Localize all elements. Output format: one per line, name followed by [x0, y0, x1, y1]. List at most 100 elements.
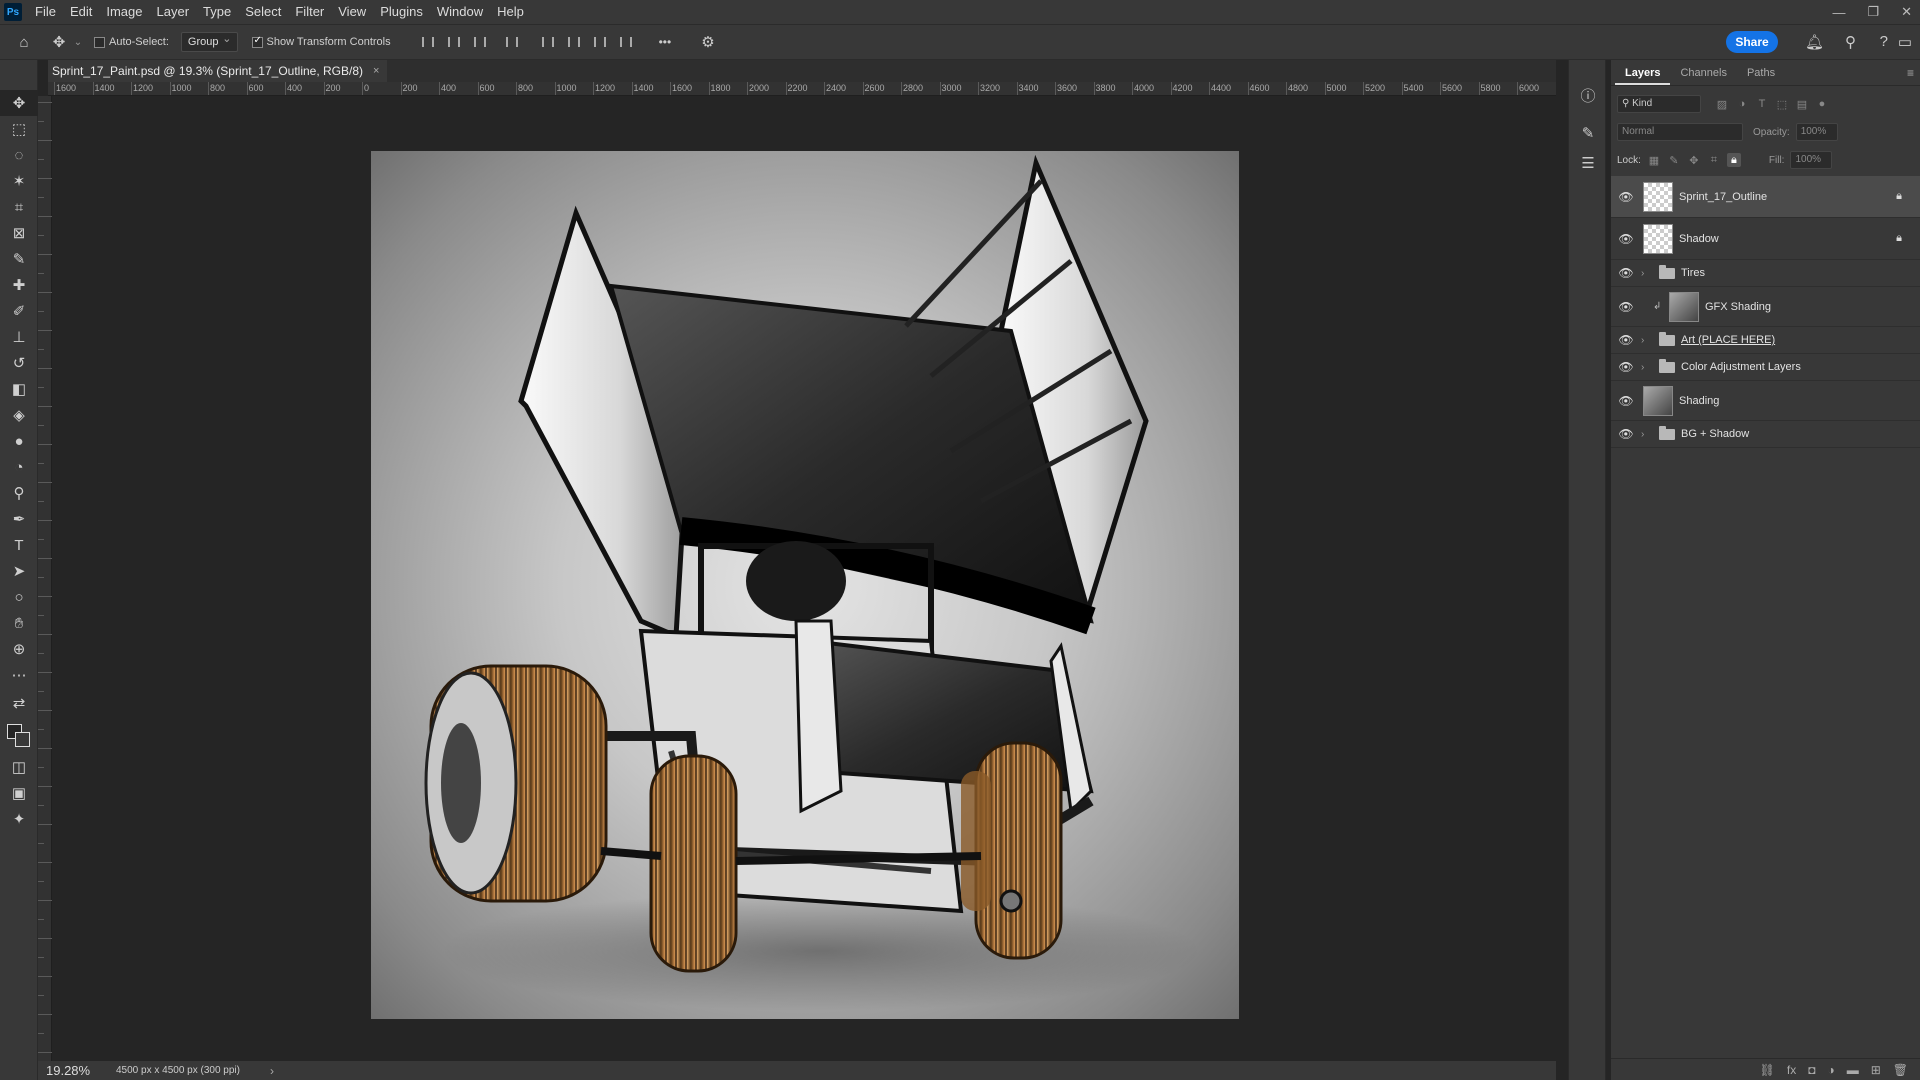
align-center-icon[interactable] — [445, 34, 463, 50]
layer-name[interactable]: Color Adjustment Layers — [1681, 361, 1801, 373]
close-icon[interactable]: ✕ — [1901, 4, 1912, 20]
layer-name[interactable]: BG + Shadow — [1681, 428, 1749, 440]
visibility-eye-icon[interactable]: 👁︎ — [1615, 394, 1637, 408]
menu-layer[interactable]: Layer — [150, 0, 197, 24]
restore-icon[interactable]: ❐ — [1867, 4, 1879, 20]
tab-layers[interactable]: Layers — [1615, 61, 1671, 85]
visibility-eye-icon[interactable]: 👁︎ — [1615, 427, 1637, 441]
expand-chevron-icon[interactable]: › — [1641, 335, 1653, 346]
filter-toggle-icon[interactable]: ● — [1815, 97, 1829, 111]
fill-field[interactable]: 100% — [1790, 151, 1833, 169]
layer-name[interactable]: Shading — [1679, 395, 1719, 407]
link-layers-icon[interactable]: ⛓ — [1760, 1063, 1775, 1077]
marquee-tool-icon[interactable]: ⬚ — [0, 116, 38, 142]
visibility-eye-icon[interactable]: 👁︎ — [1615, 190, 1637, 204]
delete-layer-icon[interactable]: 🗑︎ — [1893, 1063, 1908, 1077]
auto-select-checkbox[interactable] — [94, 36, 105, 48]
visibility-eye-icon[interactable]: 👁︎ — [1615, 333, 1637, 347]
adjustments-panel-icon[interactable]: ☰ — [1569, 148, 1607, 178]
layer-group-row[interactable]: 👁︎ › Color Adjustment Layers — [1611, 354, 1920, 381]
menu-file[interactable]: File — [28, 0, 63, 24]
align-top-icon[interactable] — [539, 34, 557, 50]
distribute-vertical-icon[interactable] — [617, 34, 635, 50]
menu-help[interactable]: Help — [490, 0, 531, 24]
healing-brush-tool-icon[interactable]: ✚ — [0, 272, 38, 298]
menu-image[interactable]: Image — [99, 0, 149, 24]
generative-fill-icon[interactable]: ✦ — [0, 806, 38, 832]
lock-position-icon[interactable]: ✥ — [1687, 153, 1701, 167]
blend-mode-dropdown[interactable]: Normal — [1617, 123, 1743, 141]
align-bottom-icon[interactable] — [591, 34, 609, 50]
info-panel-icon[interactable]: ⓘ — [1569, 80, 1607, 110]
panel-menu-icon[interactable]: ≡ — [1907, 66, 1914, 80]
workspace-icon[interactable]: ▭ — [1898, 33, 1912, 51]
lock-transparent-icon[interactable]: ▦ — [1647, 153, 1661, 167]
filter-pixel-icon[interactable]: ▨ — [1715, 97, 1729, 111]
notifications-bell-icon[interactable]: 🔔︎ — [1805, 33, 1824, 51]
visibility-eye-icon[interactable]: 👁︎ — [1615, 360, 1637, 374]
add-mask-icon[interactable]: ◘ — [1808, 1063, 1815, 1077]
close-tab-icon[interactable]: × — [373, 65, 379, 77]
path-selection-tool-icon[interactable]: ➤ — [0, 558, 38, 584]
canvas-area[interactable] — [52, 96, 1556, 1061]
auto-select-mode-dropdown[interactable]: Group — [180, 30, 238, 52]
layer-name[interactable]: Art (PLACE HERE) — [1681, 334, 1775, 346]
layer-row[interactable]: 👁︎ Shadow 🔒︎ — [1611, 218, 1920, 260]
move-tool-icon[interactable]: ✥ — [0, 90, 38, 116]
layer-group-row[interactable]: 👁︎ › Tires — [1611, 260, 1920, 287]
brush-settings-panel-icon[interactable]: ✎ — [1569, 118, 1607, 148]
layer-name[interactable]: GFX Shading — [1705, 301, 1771, 313]
visibility-eye-icon[interactable]: 👁︎ — [1615, 266, 1637, 280]
zoom-lens-tool-icon[interactable]: ⚲ — [0, 480, 38, 506]
more-options-icon[interactable]: ••• — [659, 35, 672, 49]
lasso-tool-icon[interactable]: ◌ — [0, 142, 38, 168]
layer-name[interactable]: Tires — [1681, 267, 1705, 279]
quick-mask-icon[interactable]: ◫ — [0, 754, 38, 780]
zoom-tool-icon[interactable]: ⊕ — [0, 636, 38, 662]
status-menu-arrow-icon[interactable]: › — [270, 1064, 274, 1078]
filter-kind-dropdown[interactable]: ⚲ Kind — [1617, 95, 1701, 113]
search-icon[interactable]: ⚲ — [1845, 33, 1856, 51]
home-icon[interactable]: ⌂ — [0, 34, 48, 51]
lock-all-icon[interactable]: 🔒︎ — [1726, 153, 1741, 167]
zoom-level-field[interactable]: 19.28% — [38, 1063, 100, 1078]
layer-style-fx-icon[interactable]: fx — [1787, 1063, 1796, 1077]
eraser-tool-icon[interactable]: ◧ — [0, 376, 38, 402]
layer-group-row[interactable]: 👁︎ › BG + Shadow — [1611, 421, 1920, 448]
blur-tool-icon[interactable]: ● — [0, 428, 38, 454]
expand-chevron-icon[interactable]: › — [1641, 362, 1653, 373]
help-icon[interactable]: ? — [1880, 33, 1888, 50]
photoshop-logo-icon[interactable]: Ps — [4, 3, 22, 21]
align-left-icon[interactable] — [419, 34, 437, 50]
expand-chevron-icon[interactable]: › — [1641, 429, 1653, 440]
tab-channels[interactable]: Channels — [1670, 61, 1736, 85]
align-right-icon[interactable] — [471, 34, 489, 50]
opacity-field[interactable]: 100% — [1795, 123, 1838, 141]
settings-gear-icon[interactable]: ⚙ — [701, 33, 714, 51]
pen-tool-icon[interactable]: ✒ — [0, 506, 38, 532]
document-canvas[interactable] — [371, 151, 1239, 1019]
crop-tool-icon[interactable]: ⌗ — [0, 194, 38, 220]
filter-adjustment-icon[interactable]: ◑ — [1735, 97, 1749, 111]
show-transform-toggle[interactable]: Show Transform Controls — [251, 35, 391, 48]
distribute-horizontal-icon[interactable] — [503, 34, 521, 50]
show-transform-checkbox[interactable] — [251, 35, 263, 48]
adjustment-layer-icon[interactable]: ◑ — [1827, 1063, 1834, 1077]
layer-name[interactable]: Shadow — [1679, 233, 1719, 245]
share-button[interactable]: Share — [1726, 31, 1778, 53]
history-brush-tool-icon[interactable]: ↺ — [0, 350, 38, 376]
align-middle-icon[interactable] — [565, 34, 583, 50]
ellipse-tool-icon[interactable]: ○ — [0, 584, 38, 610]
screen-mode-icon[interactable]: ▣ — [0, 780, 38, 806]
auto-select-toggle[interactable]: Auto-Select: — [94, 36, 169, 48]
visibility-eye-icon[interactable]: 👁︎ — [1615, 232, 1637, 246]
color-swatches[interactable] — [0, 718, 38, 754]
layer-row[interactable]: 👁︎ Shading — [1611, 381, 1920, 421]
menu-edit[interactable]: Edit — [63, 0, 99, 24]
frame-tool-icon[interactable]: ⊠ — [0, 220, 38, 246]
lock-artboard-icon[interactable]: ⌗ — [1707, 153, 1721, 167]
menu-type[interactable]: Type — [196, 0, 238, 24]
menu-window[interactable]: Window — [430, 0, 490, 24]
visibility-eye-icon[interactable]: 👁︎ — [1615, 300, 1637, 314]
edit-toolbar-icon[interactable]: ⋯ — [0, 662, 38, 688]
